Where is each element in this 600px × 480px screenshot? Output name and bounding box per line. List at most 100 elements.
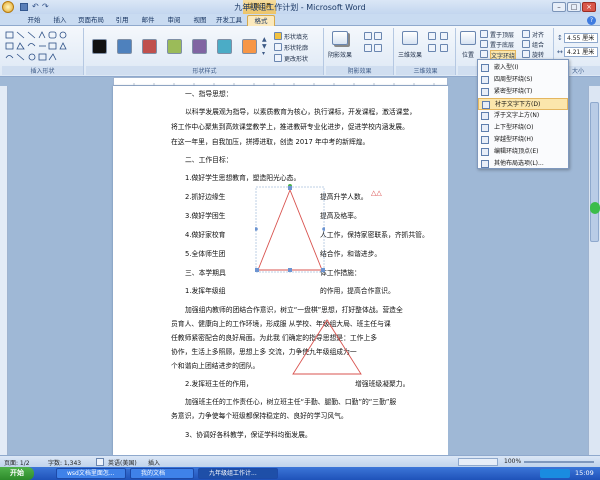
shape-fill-button[interactable]: 形状填充 [284,32,308,41]
doc-line: 在这一年里，自我加压，拼搏进取，创造 2017 年中考的新辉煌。 [171,138,370,146]
window-title: 九年级组工作计划 - Microsoft Word [234,3,366,12]
shape-width-icon: ↔ [557,48,563,56]
triangle-shape-selected[interactable] [255,184,325,276]
rotate-button[interactable]: 旋转 [532,50,544,59]
doc-line: 2.抓好边缘生 [185,193,226,201]
group-label-3d-effects: 三维效果 [396,66,455,75]
change-shape-button[interactable]: 更改形状 [284,54,308,63]
title-bar: ↶ ↷ 绘图工具 九年级组工作计划 - Microsoft Word – □ × [0,0,600,14]
style-swatch-1[interactable] [92,39,107,54]
align-icon[interactable] [522,30,530,38]
group-objects-icon[interactable] [522,40,530,48]
3d-tilt-down-icon[interactable] [440,44,448,52]
bring-to-front-icon[interactable] [480,30,488,38]
3d-tilt-right-icon[interactable] [428,44,436,52]
send-to-back-icon[interactable] [480,40,488,48]
menu-item-inline[interactable]: 嵌入型(I) [478,62,568,74]
status-insert-mode[interactable]: 插入 [148,458,160,467]
shadow-nudge-left-icon[interactable] [374,32,382,40]
maximize-button[interactable]: □ [567,2,581,12]
send-to-back-button[interactable]: 置于底层 [490,40,514,49]
doc-line: 务意识，力争使每个班级都保持稳定的、良好的学习风气。 [171,412,348,420]
view-buttons[interactable] [458,458,498,466]
shadow-nudge-right-icon[interactable] [364,44,372,52]
tab-home[interactable]: 开始 [22,15,46,26]
start-button[interactable]: 开始 [0,467,34,480]
menu-item-in-front-of-text[interactable]: 浮于文字上方(N) [478,110,568,122]
edit-wrap-points-icon [481,148,489,156]
doc-line: 一、指导思想： [185,90,233,98]
triangle-shape[interactable] [291,318,363,378]
scroll-thumb[interactable] [590,102,599,242]
position-button[interactable]: 位置 [462,50,474,59]
shape-outline-icon[interactable] [274,43,282,51]
taskbar: 开始 wsd文档里面怎... 我的文档 九年级组工作计... 15:09 [0,467,600,480]
menu-item-square[interactable]: 四周型环绕(S) [478,74,568,86]
status-page[interactable]: 页面: 1/2 [4,458,30,467]
menu-item-top-bottom[interactable]: 上下型环绕(O) [478,122,568,134]
zoom-slider[interactable] [524,461,594,463]
text-wrap-icon[interactable] [480,50,488,58]
3d-effects-icon[interactable] [402,31,418,45]
style-gallery-scroll-icon[interactable]: ▲ ▼ ▾ [262,36,267,57]
style-swatch-3[interactable] [142,39,157,54]
tab-format[interactable]: 格式 [247,15,275,26]
vertical-ruler[interactable] [0,86,8,455]
tray-icons [540,469,570,478]
style-swatch-5[interactable] [192,39,207,54]
tab-mailings[interactable]: 邮件 [136,15,160,26]
3d-tilt-left-icon[interactable] [440,32,448,40]
close-button[interactable]: × [582,2,596,12]
menu-item-more-layout-options[interactable]: 其他布局选项(L)... [478,158,568,170]
task-word-document[interactable]: 九年级组工作计... [198,468,278,479]
shape-fill-icon[interactable] [274,32,282,40]
menu-item-behind-text[interactable]: 衬于文字下方(D) [478,98,568,110]
change-shape-icon[interactable] [274,54,282,62]
tab-insert[interactable]: 插入 [48,15,72,26]
3d-effects-button[interactable]: 三维效果 [398,50,422,59]
tab-view[interactable]: 视图 [188,15,212,26]
status-words[interactable]: 字数: 1,343 [48,458,81,467]
tab-review[interactable]: 审阅 [162,15,186,26]
horizontal-ruler[interactable] [113,77,448,87]
shadow-effects-icon[interactable] [332,31,348,45]
spellcheck-icon[interactable] [96,458,104,466]
position-icon[interactable] [460,31,476,45]
doc-line: 个和谐向上团结进步的团队。 [171,362,260,370]
shadow-effects-button[interactable]: 阴影效果 [328,50,352,59]
menu-item-tight[interactable]: 紧密型环绕(T) [478,86,568,98]
help-icon[interactable]: ? [587,16,596,25]
style-swatch-4[interactable] [167,39,182,54]
tab-references[interactable]: 引用 [110,15,134,26]
menu-item-edit-wrap-points[interactable]: 编辑环绕顶点(E) [478,146,568,158]
document-page[interactable]: 一、指导思想： 以科学发展观为指导，以素质教育为核心，执行课标，开发课程，激活课… [113,86,448,455]
shape-height-input[interactable]: 4.55 厘米 [564,33,598,43]
group-objects-button[interactable]: 组合 [532,40,544,49]
vertical-scrollbar[interactable] [588,86,600,455]
tab-developer[interactable]: 开发工具 [213,15,245,26]
ribbon-tabs: 开始 插入 页面布局 引用 邮件 审阅 视图 开发工具 格式 ? [0,14,600,26]
shapes-gallery[interactable] [4,30,82,64]
zoom-level[interactable]: 100% [504,458,521,465]
doc-line: 3.做好学困生 [185,212,226,220]
tab-page-layout[interactable]: 页面布局 [74,15,108,26]
style-swatch-2[interactable] [117,39,132,54]
rotate-icon[interactable] [522,50,530,58]
menu-item-through[interactable]: 穿越型环绕(H) [478,134,568,146]
task-browser[interactable]: wsd文档里面怎... [56,468,126,479]
shadow-nudge-down-icon[interactable] [374,44,382,52]
style-swatch-6[interactable] [217,39,232,54]
shape-width-input[interactable]: 4.21 厘米 [564,47,598,57]
style-swatch-7[interactable] [242,39,257,54]
doc-line: 结合作，和谐进步。 [320,250,382,258]
align-button[interactable]: 对齐 [532,30,544,39]
status-language[interactable]: 英语(美国) [108,458,137,467]
task-my-documents[interactable]: 我的文档 [130,468,194,479]
minimize-button[interactable]: – [552,2,566,12]
doc-line: 5.全体师生团 [185,250,226,258]
wrap-tight-icon [481,88,489,96]
shape-outline-button[interactable]: 形状轮廓 [284,43,308,52]
shadow-nudge-up-icon[interactable] [364,32,372,40]
3d-tilt-up-icon[interactable] [428,32,436,40]
bring-to-front-button[interactable]: 置于顶层 [490,30,514,39]
